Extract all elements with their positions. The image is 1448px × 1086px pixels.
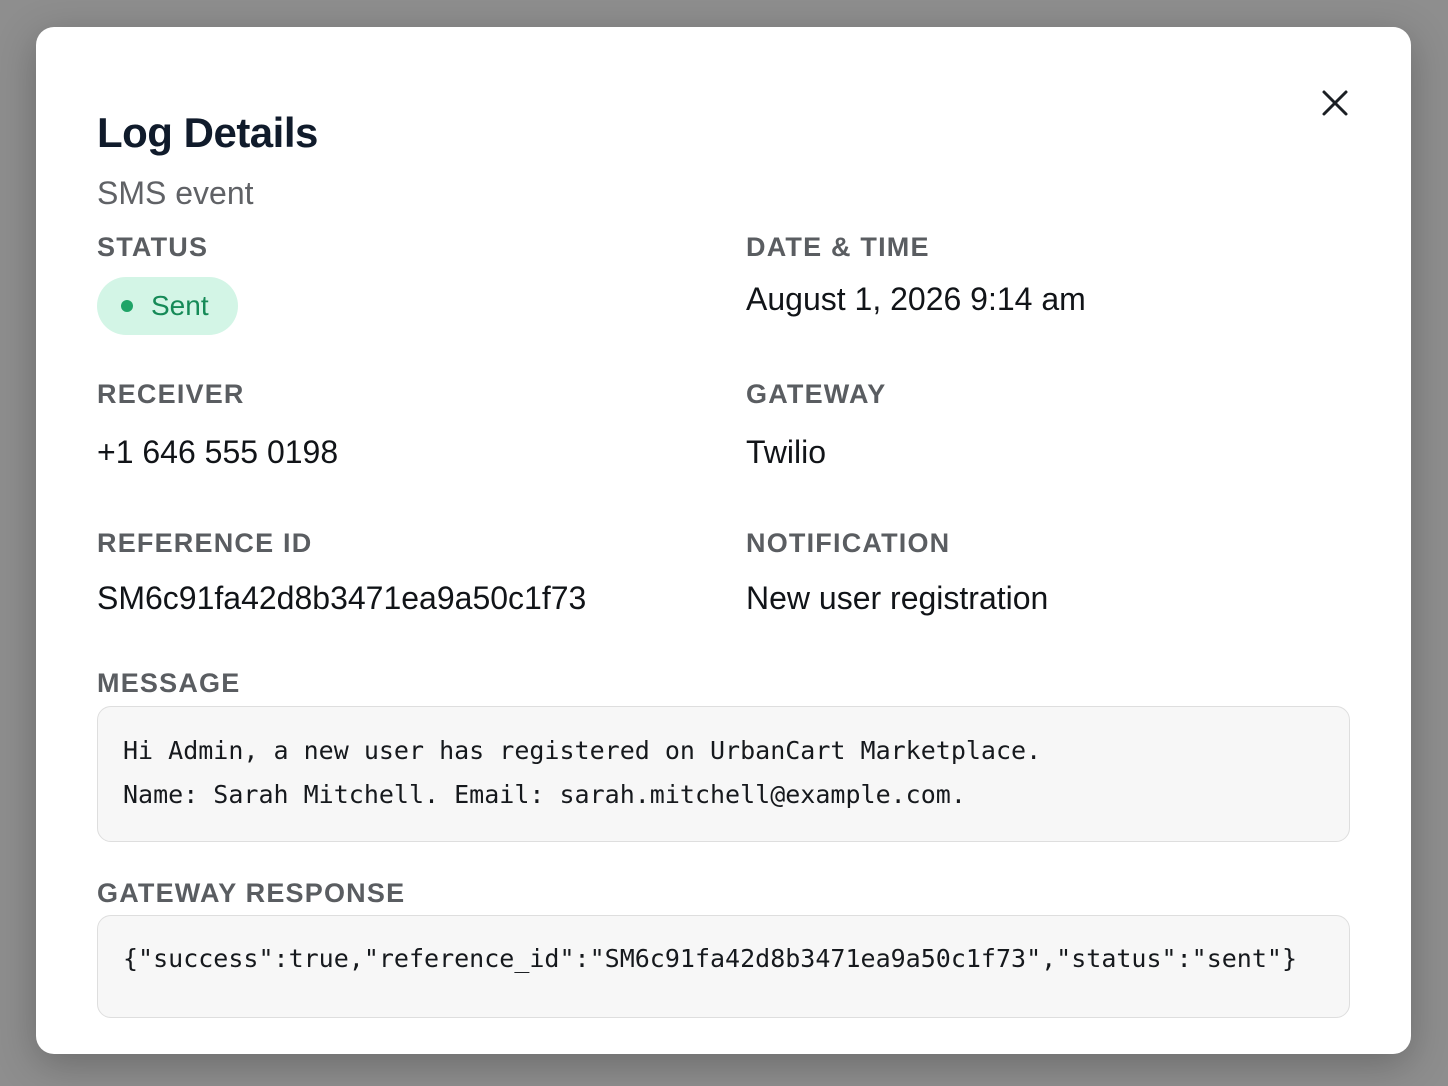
message-box: Hi Admin, a new user has registered on U…: [97, 706, 1350, 842]
notification-label: NOTIFICATION: [746, 528, 951, 558]
datetime-label: DATE & TIME: [746, 232, 930, 262]
gateway-value: Twilio: [746, 434, 827, 470]
receiver-value: +1 646 555 0198: [97, 434, 339, 470]
modal-title: Log Details: [97, 109, 318, 156]
status-value: Sent: [151, 290, 209, 321]
close-button[interactable]: [1317, 85, 1353, 121]
status-badge: Sent: [97, 277, 238, 335]
message-line: Name: Sarah Mitchell. Email: sarah.mitch…: [123, 780, 966, 809]
status-label: STATUS: [97, 232, 209, 262]
modal-subtitle: SMS event: [97, 175, 254, 211]
log-details-modal: Log Details SMS event STATUS Sent DATE &…: [36, 27, 1411, 1054]
datetime-value: August 1, 2026 9:14 am: [746, 281, 1086, 317]
message-label: MESSAGE: [97, 668, 241, 698]
notification-value: New user registration: [746, 580, 1049, 616]
message-line: Hi Admin, a new user has registered on U…: [123, 736, 1042, 765]
receiver-label: RECEIVER: [97, 379, 245, 409]
gateway-label: GATEWAY: [746, 379, 887, 409]
gateway-response-value: {"success":true,"reference_id":"SM6c91fa…: [123, 944, 1297, 973]
status-dot-icon: [121, 300, 133, 312]
reference-id-value: SM6c91fa42d8b3471ea9a50c1f73: [97, 580, 587, 616]
gateway-response-box: {"success":true,"reference_id":"SM6c91fa…: [97, 915, 1350, 1018]
reference-id-label: REFERENCE ID: [97, 528, 313, 558]
gateway-response-label: GATEWAY RESPONSE: [97, 878, 406, 908]
close-icon: [1322, 90, 1348, 116]
